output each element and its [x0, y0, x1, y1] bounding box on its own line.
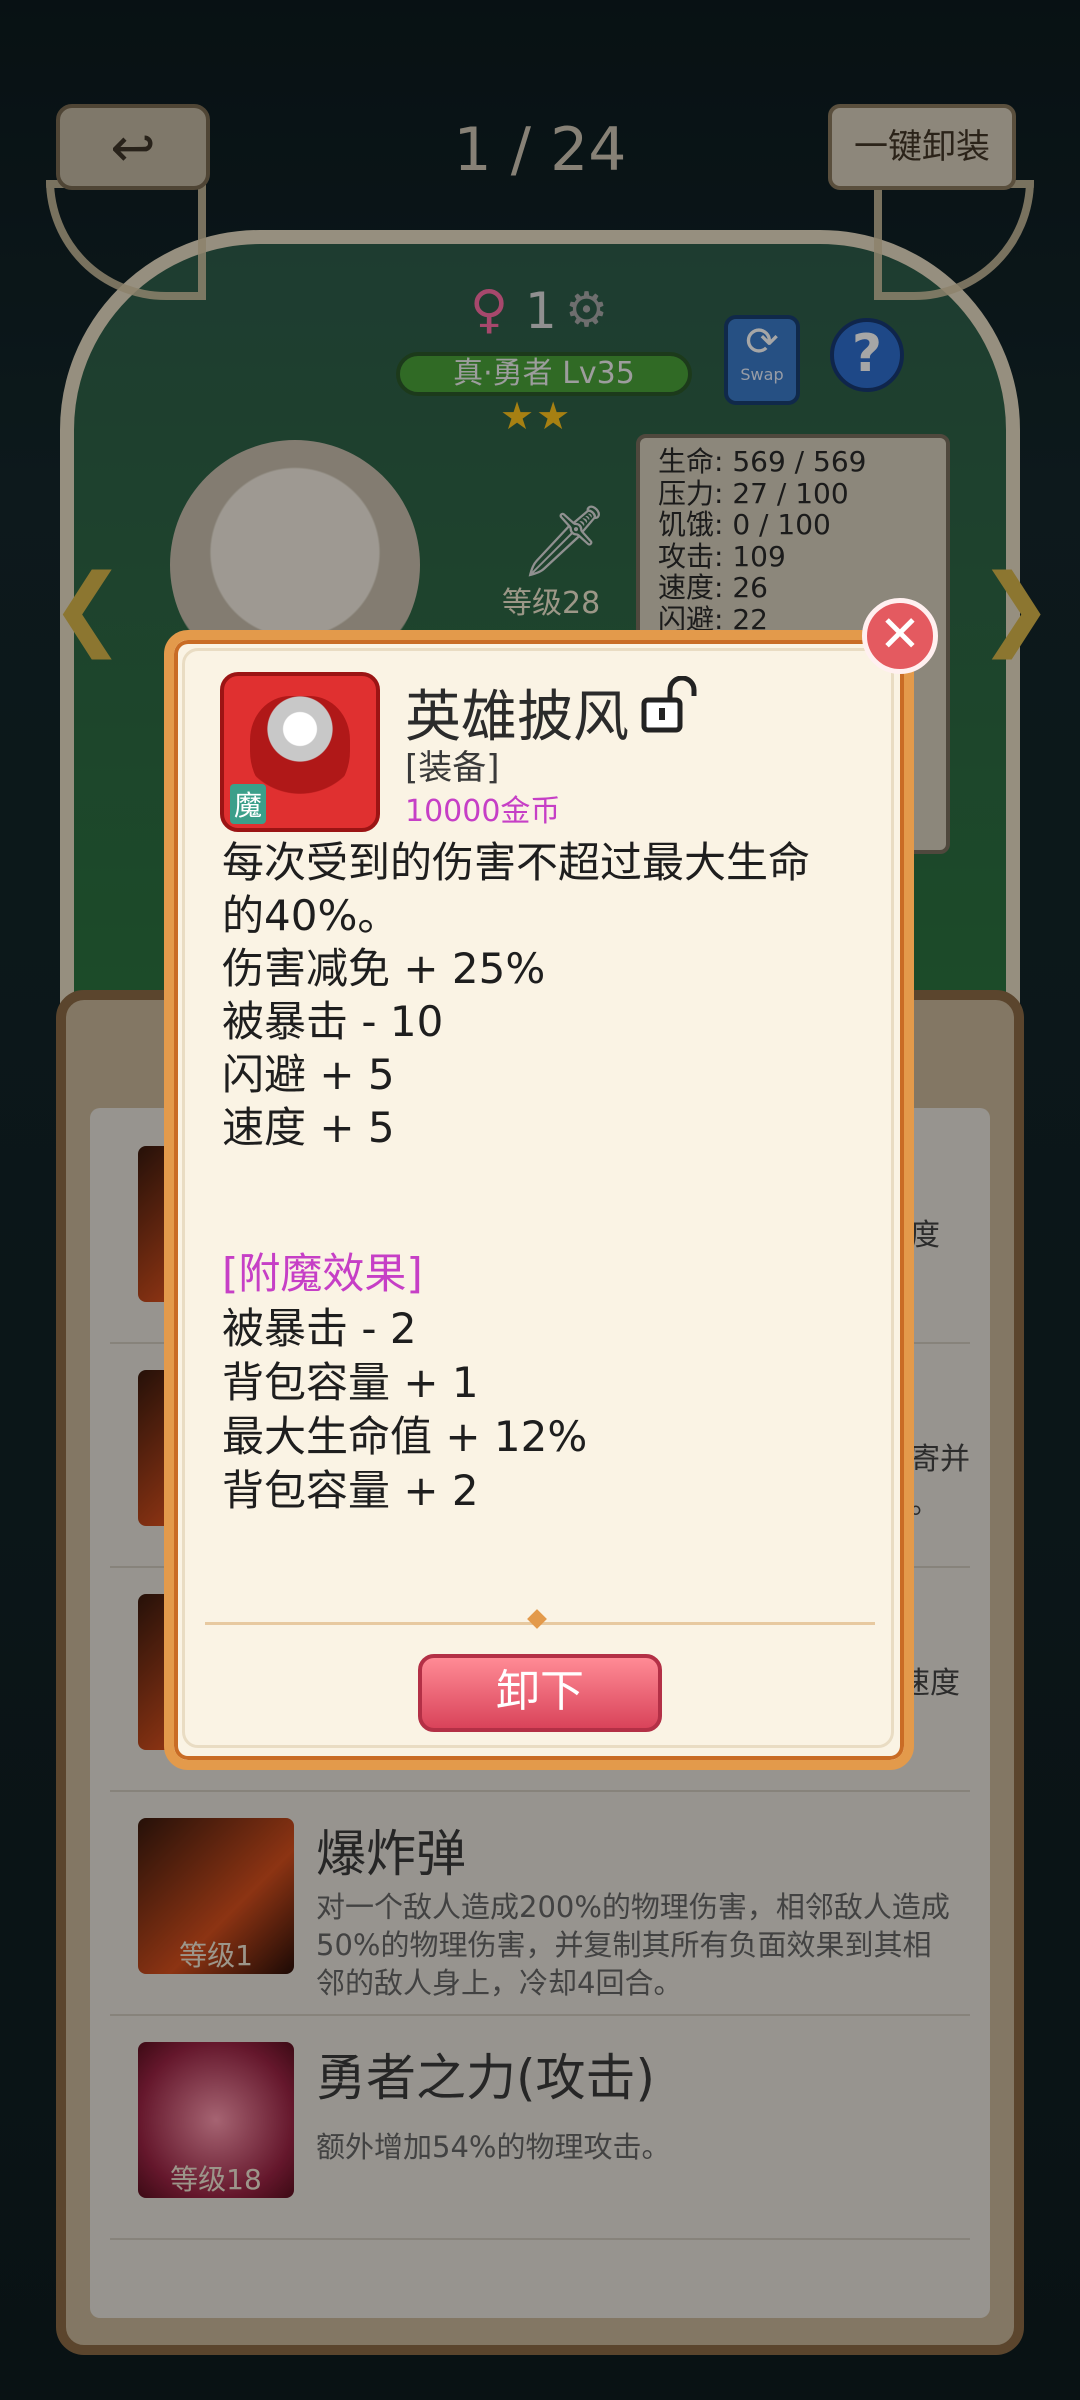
description-line: 被暴击 - 10 [222, 997, 444, 1046]
enchant-heading: [附魔效果] [222, 1249, 423, 1298]
item-price: 10000金币 [405, 794, 561, 829]
unload-button[interactable]: 卸下 [418, 1654, 662, 1732]
enchant-effects: 被暴击 - 2 背包容量 + 1 最大生命值 + 12% 背包容量 + 2 [222, 1302, 587, 1518]
enchant-line: 最大生命值 + 12% [222, 1412, 588, 1461]
unlock-icon[interactable] [640, 676, 698, 734]
enchant-line: 被暴击 - 2 [222, 1304, 417, 1353]
item-description: 每次受到的伤害不超过最大生命 的40%。 伤害减免 + 25% 被暴击 - 10… [222, 836, 862, 1154]
description-line: 速度 + 5 [222, 1103, 395, 1152]
enchant-line: 背包容量 + 2 [222, 1466, 479, 1515]
description-line: 的40%。 [222, 891, 400, 940]
description-line: 闪避 + 5 [222, 1050, 395, 1099]
hero-cape-icon: 魔 [220, 672, 380, 832]
enchant-badge: 魔 [230, 784, 267, 824]
close-button[interactable]: ✕ [862, 598, 938, 674]
enchant-line: 背包容量 + 1 [222, 1358, 479, 1407]
description-line: 每次受到的伤害不超过最大生命 [222, 838, 811, 887]
description-line: 伤害减免 + 25% [222, 944, 546, 993]
item-type: [装备] [405, 748, 500, 788]
